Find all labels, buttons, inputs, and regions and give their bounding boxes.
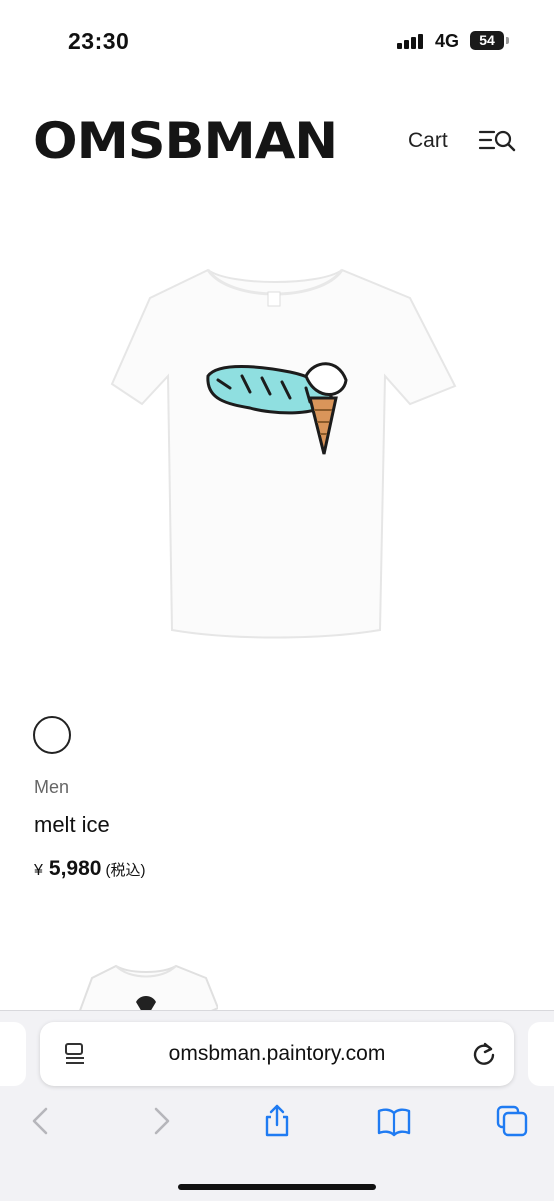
url-text[interactable]: omsbman.paintory.com (100, 1042, 454, 1066)
network-label: 4G (435, 31, 460, 51)
bookmarks-icon[interactable] (376, 1103, 412, 1139)
product-name[interactable]: melt ice (34, 812, 110, 838)
site-logo[interactable]: OMSBMAN (33, 112, 338, 170)
product-image[interactable] (110, 258, 460, 648)
tax-note: (税込) (105, 862, 146, 879)
reload-icon[interactable] (470, 1040, 498, 1068)
cart-link[interactable]: Cart (408, 129, 448, 153)
product-price: ¥5,980 (税込) (34, 857, 145, 881)
tabs-icon[interactable] (494, 1103, 530, 1139)
forward-icon[interactable] (142, 1103, 178, 1139)
price-value: 5,980 (48, 857, 102, 880)
status-bar: 23:30 4G 54 (0, 0, 554, 80)
share-icon[interactable] (259, 1103, 295, 1139)
menu-search-icon[interactable] (478, 126, 518, 156)
status-time: 23:30 (68, 28, 130, 54)
product-category: Men (34, 777, 70, 797)
tab-peek-right[interactable] (528, 1022, 554, 1086)
battery-icon: 54 (470, 31, 504, 50)
battery-tip (506, 37, 509, 44)
reader-mode-icon[interactable] (62, 1041, 88, 1067)
color-swatch-white[interactable] (33, 716, 71, 754)
home-indicator (178, 1184, 376, 1190)
signal-icon (397, 34, 427, 49)
currency-symbol: ¥ (34, 862, 43, 879)
back-icon[interactable] (24, 1103, 60, 1139)
tab-peek-left[interactable] (0, 1022, 26, 1086)
